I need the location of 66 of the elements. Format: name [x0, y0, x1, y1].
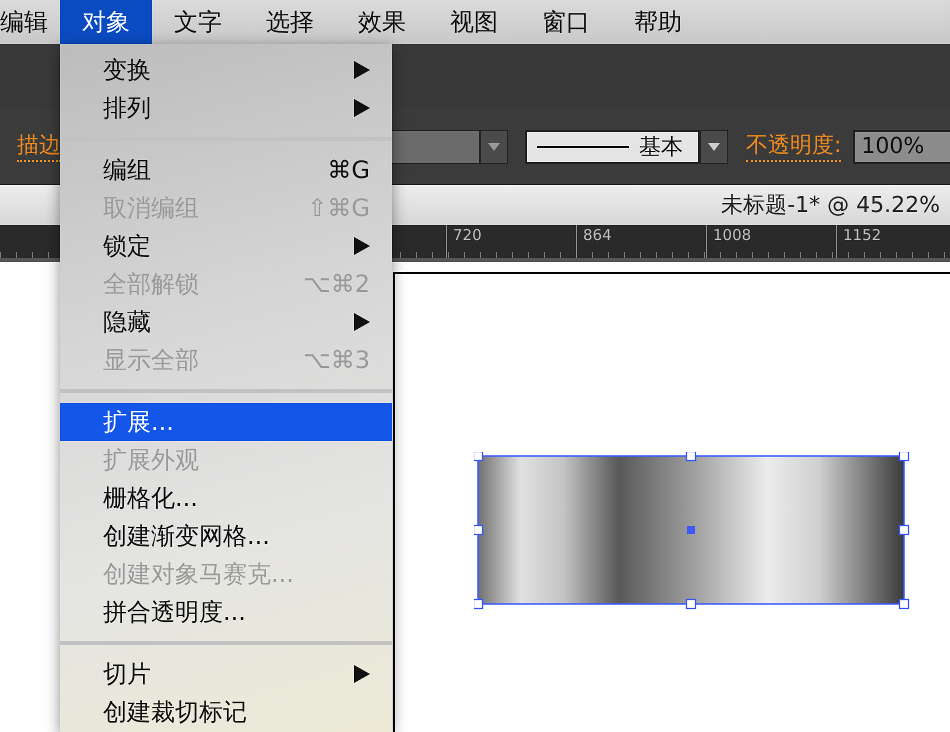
shortcut-label: ⇧⌘G — [307, 194, 370, 222]
menu-item-label: 变换 — [103, 55, 152, 86]
resize-handle[interactable] — [686, 452, 696, 462]
shortcut-label: ⌥⌘3 — [303, 346, 370, 374]
resize-handle[interactable] — [898, 598, 910, 610]
resize-handle[interactable] — [686, 598, 696, 610]
menu-bar-item[interactable]: 帮助 — [612, 0, 704, 44]
opacity-label[interactable]: 不透明度: — [746, 132, 842, 162]
menu-bar-item[interactable]: 编辑 — [0, 0, 60, 44]
menu-bar-item[interactable]: 效果 — [336, 0, 428, 44]
caret-icon — [708, 143, 720, 151]
menu-item[interactable]: 锁定 — [60, 227, 392, 265]
menu-item-label: 排列 — [103, 93, 152, 124]
resize-handle[interactable] — [898, 452, 910, 462]
stroke-style-value: 基本 — [639, 134, 683, 162]
menu-bar-item[interactable]: 窗口 — [520, 0, 612, 44]
menu-item-label: 隐藏 — [103, 307, 152, 338]
menu-item[interactable]: 变换 — [60, 51, 392, 89]
resize-handle[interactable] — [898, 524, 910, 536]
ruler-label: 720 — [453, 226, 482, 244]
submenu-arrow-icon — [354, 665, 370, 683]
resize-handle[interactable] — [474, 452, 484, 462]
document-title[interactable]: 未标题-1* @ 45.22% — [721, 190, 940, 220]
menu-item-label: 创建对象马赛克... — [103, 559, 295, 590]
menu-item[interactable]: 编组 ⌘G — [60, 151, 392, 189]
menu-item[interactable]: 排列 — [60, 89, 392, 127]
menu-item[interactable]: 扩展... — [60, 403, 392, 441]
ruler-label: 1152 — [843, 226, 882, 244]
menu-item-label: 创建渐变网格... — [103, 521, 271, 552]
menu-item[interactable]: 创建渐变网格... — [60, 517, 392, 555]
menu-item-label: 扩展外观 — [103, 445, 200, 476]
menu-item-label: 扩展... — [103, 407, 175, 438]
opacity-field[interactable]: 100% — [853, 130, 950, 164]
menu-bar-item[interactable]: 视图 — [428, 0, 520, 44]
dropdown-button[interactable] — [700, 130, 728, 164]
submenu-arrow-icon — [354, 99, 370, 117]
menu-item-label: 全部解锁 — [103, 269, 200, 300]
menu-item-label: 创建裁切标记 — [103, 697, 248, 728]
shortcut-label: ⌘G — [327, 156, 370, 184]
menu-bar-item[interactable]: 对象 — [60, 0, 152, 44]
menu-item-label: 锁定 — [103, 231, 152, 262]
menu-item[interactable]: 切片 — [60, 655, 392, 693]
caret-icon — [488, 143, 500, 151]
menu-item[interactable]: 隐藏 — [60, 303, 392, 341]
ruler-label: 1008 — [713, 226, 752, 244]
menu-item-label: 显示全部 — [103, 345, 200, 376]
dropdown-button[interactable] — [480, 130, 508, 164]
shortcut-label: ⌥⌘2 — [303, 270, 370, 298]
menu-item-label: 拼合透明度... — [103, 597, 247, 628]
menu-item[interactable]: 栅格化... — [60, 479, 392, 517]
menu-bar-item[interactable]: 选择 — [244, 0, 336, 44]
menu-item-label: 切片 — [103, 659, 152, 690]
submenu-arrow-icon — [354, 237, 370, 255]
resize-handle[interactable] — [474, 524, 484, 536]
line-icon — [537, 145, 629, 149]
menu-item[interactable]: 拼合透明度... — [60, 593, 392, 631]
ruler-label: 864 — [583, 226, 612, 244]
resize-handle[interactable] — [474, 598, 484, 610]
menu-bar-item[interactable]: 文字 — [152, 0, 244, 44]
menu-item-label: 编组 — [103, 155, 152, 186]
stroke-style-field[interactable]: 基本 — [525, 130, 700, 164]
center-point — [687, 526, 695, 534]
submenu-arrow-icon — [354, 313, 370, 331]
menu-item[interactable]: 创建裁切标记 — [60, 693, 392, 731]
menu-item-label: 栅格化... — [103, 483, 199, 514]
submenu-arrow-icon — [354, 61, 370, 79]
